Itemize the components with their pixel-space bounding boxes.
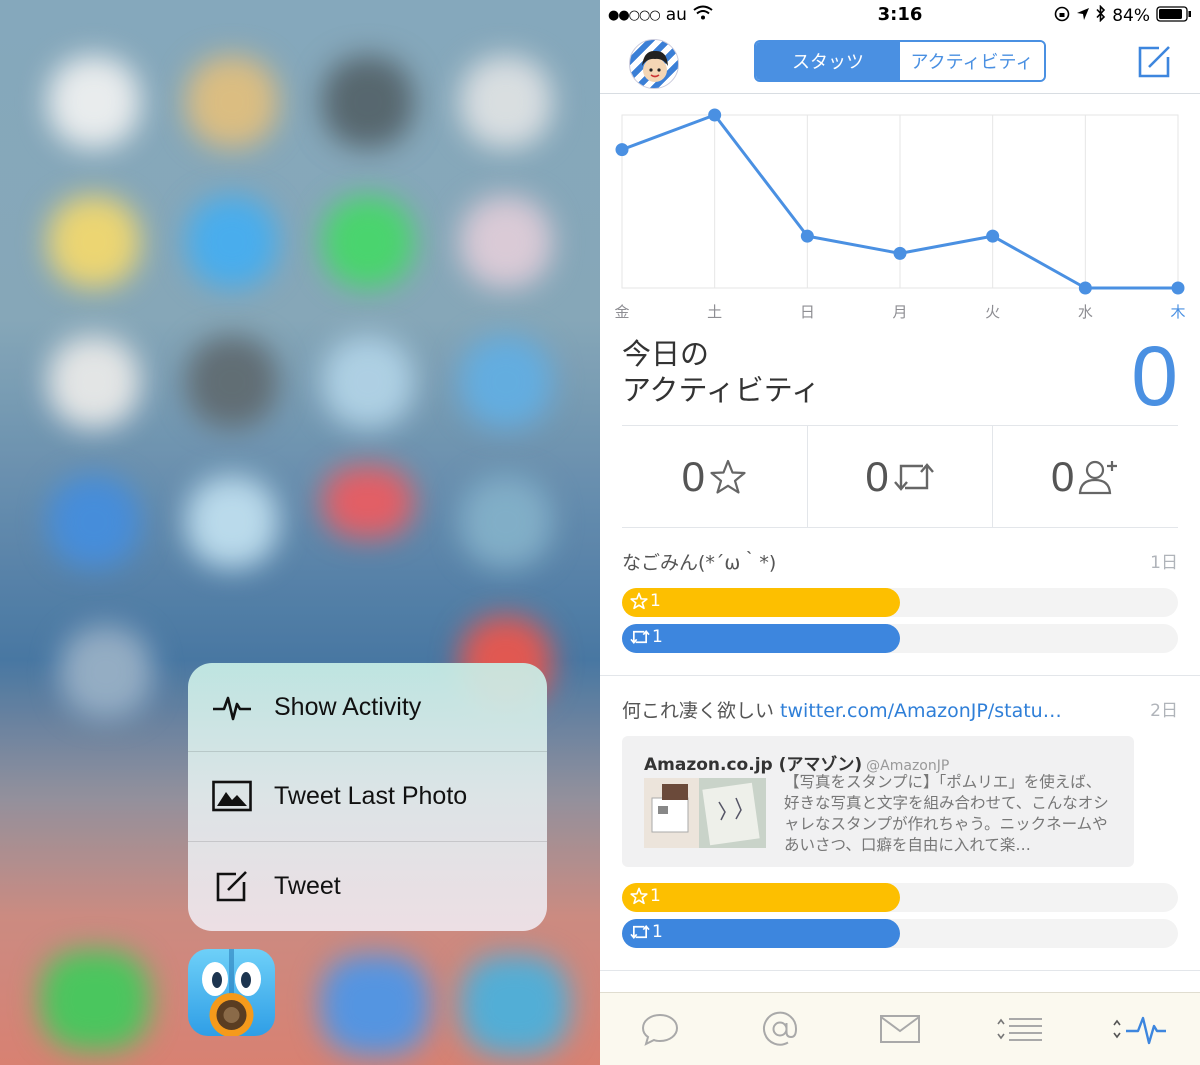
divider [600,675,1200,676]
today-activity-count: 0 [1131,329,1178,423]
followers-counter[interactable]: 0 [993,426,1178,527]
compose-icon [212,866,252,906]
retweet-icon [630,630,650,644]
add-follower-icon [1079,460,1118,494]
chart-point-1 [708,108,722,122]
divider [600,970,1200,971]
tab-activity-nav[interactable] [1080,993,1200,1065]
battery-icon [1156,5,1192,27]
favorites-bar-count: 1 [650,886,661,906]
favorites-bar: 1 [622,588,900,617]
chart-point-3 [893,246,907,260]
orientation-lock-icon [1054,6,1070,27]
today-label-line1: 今日の [622,337,710,371]
star-icon [710,459,746,494]
retweets-bar-count: 1 [652,627,663,647]
activity-age: 1日 [1150,553,1178,573]
location-icon [1076,6,1090,26]
tab-timeline[interactable] [600,993,720,1065]
avatar[interactable] [629,39,679,89]
favorites-bar-count: 1 [650,591,661,611]
activity-tweet-text: 何これ凄く欲しい twitter.com/AmazonJP/statu… 2日 [622,696,1178,726]
today-label-line2: アクティビティ [622,373,821,407]
star-icon [630,887,648,905]
chart-x-tick-label: 水 [1078,303,1093,321]
photo-icon [212,776,252,816]
home-screen: Show Activity Tweet Last Photo Tweet [0,0,600,1065]
chart-point-5 [1078,281,1092,295]
tab-stats[interactable]: スタッツ [756,42,900,80]
favorites-bar: 1 [622,883,900,912]
activity-item[interactable]: 何これ凄く欲しい twitter.com/AmazonJP/statu… 2日 [622,696,1178,726]
chart-point-0 [615,143,629,157]
activity-icon [1113,1016,1166,1045]
activity-tweet-text: なごみん(*´ω｀*) 1日 [622,548,1178,578]
retweets-bar: 1 [622,624,900,653]
quoted-tweet-text: 【写真をスタンプに】「ポムリエ」を使えば、好きな写真と文字を組み合わせて、こんな… [784,773,1109,854]
favorites-bar-track: 1 [622,883,1178,912]
battery-percent: 84% [1112,6,1150,26]
retweets-bar: 1 [622,919,900,948]
compose-icon [1138,46,1170,78]
chart-point-4 [986,229,1000,243]
favorites-bar-track: 1 [622,588,1178,617]
chart-point-6 [1171,281,1185,295]
retweets-bar-track: 1 [622,919,1178,948]
view-segmented-control: スタッツ アクティビティ [754,40,1046,82]
chart-x-tick-label: 金 [614,303,629,321]
activity-item[interactable]: なごみん(*´ω｀*) 1日 1 1 [622,548,1178,653]
activity-age: 2日 [1144,696,1178,721]
tweetbot-app-icon[interactable] [188,949,275,1036]
favorites-counter[interactable]: 0 [622,426,808,527]
chart-point-2 [800,229,814,243]
chart-grid [621,114,1179,289]
activity-text: なごみん(*´ω｀*) [622,552,777,574]
activity-pulse-icon [212,687,252,727]
chart-x-tick-label: 火 [985,303,1000,321]
followers-count: 0 [1051,452,1075,500]
retweet-icon [893,462,934,491]
bluetooth-icon [1096,4,1106,27]
activity-text: 何これ凄く欲しい [622,700,781,722]
tab-activity[interactable]: アクティビティ [900,42,1044,80]
quoted-tweet-thumbnail[interactable] [644,778,766,848]
favorites-count: 0 [681,452,706,500]
retweets-counter[interactable]: 0 [808,426,994,527]
retweet-icon [630,925,650,939]
tweet-last-photo-label: Tweet Last Photo [274,781,468,810]
chart-x-tick-label: 日 [800,303,815,321]
tweet-action[interactable]: Tweet [188,842,547,931]
retweets-count: 0 [865,452,889,500]
chart-x-tick-label: 木 [1170,303,1185,321]
status-bar: ●●○○○ au 3:16 84% [600,0,1200,30]
mentions-icon [763,1011,798,1046]
messages-icon [880,1015,920,1043]
tab-messages[interactable] [840,993,960,1065]
chart-x-tick-label: 月 [892,303,907,321]
retweets-bar-track: 1 [622,624,1178,653]
tweet-label: Tweet [274,871,341,900]
tab-lists[interactable] [960,993,1080,1065]
activity-bars: 1 1 [622,876,1178,948]
compose-button[interactable] [1137,43,1173,79]
activity-line-chart: 金土日月火水木 [614,108,1186,321]
retweets-bar-count: 1 [652,922,663,942]
activity-counters: 0 0 0 [622,425,1178,528]
star-icon [630,592,648,610]
tweet-last-photo-action[interactable]: Tweet Last Photo [188,752,547,842]
show-activity-label: Show Activity [274,692,422,721]
today-activity-label: 今日の アクティビティ [622,336,820,408]
quick-action-menu: Show Activity Tweet Last Photo Tweet [188,663,547,931]
conversation-icon [641,1013,679,1046]
tweetbot-activity-screen: ●●○○○ au 3:16 84% スタッツ アクティビティ 金 土 日 月 火… [600,0,1200,1065]
chart-x-tick-label: 土 [707,303,722,321]
quoted-tweet-card[interactable]: Amazon.co.jp (アマゾン) @AmazonJP 【写真をスタンプに】「… [622,736,1134,867]
tab-mentions[interactable] [720,993,840,1065]
show-activity-action[interactable]: Show Activity [188,663,547,753]
tab-bar [600,992,1200,1065]
lists-icon [997,1018,1042,1041]
navigation-bar: スタッツ アクティビティ [600,30,1200,94]
tweet-link[interactable]: twitter.com/AmazonJP/statu… [780,700,1062,722]
